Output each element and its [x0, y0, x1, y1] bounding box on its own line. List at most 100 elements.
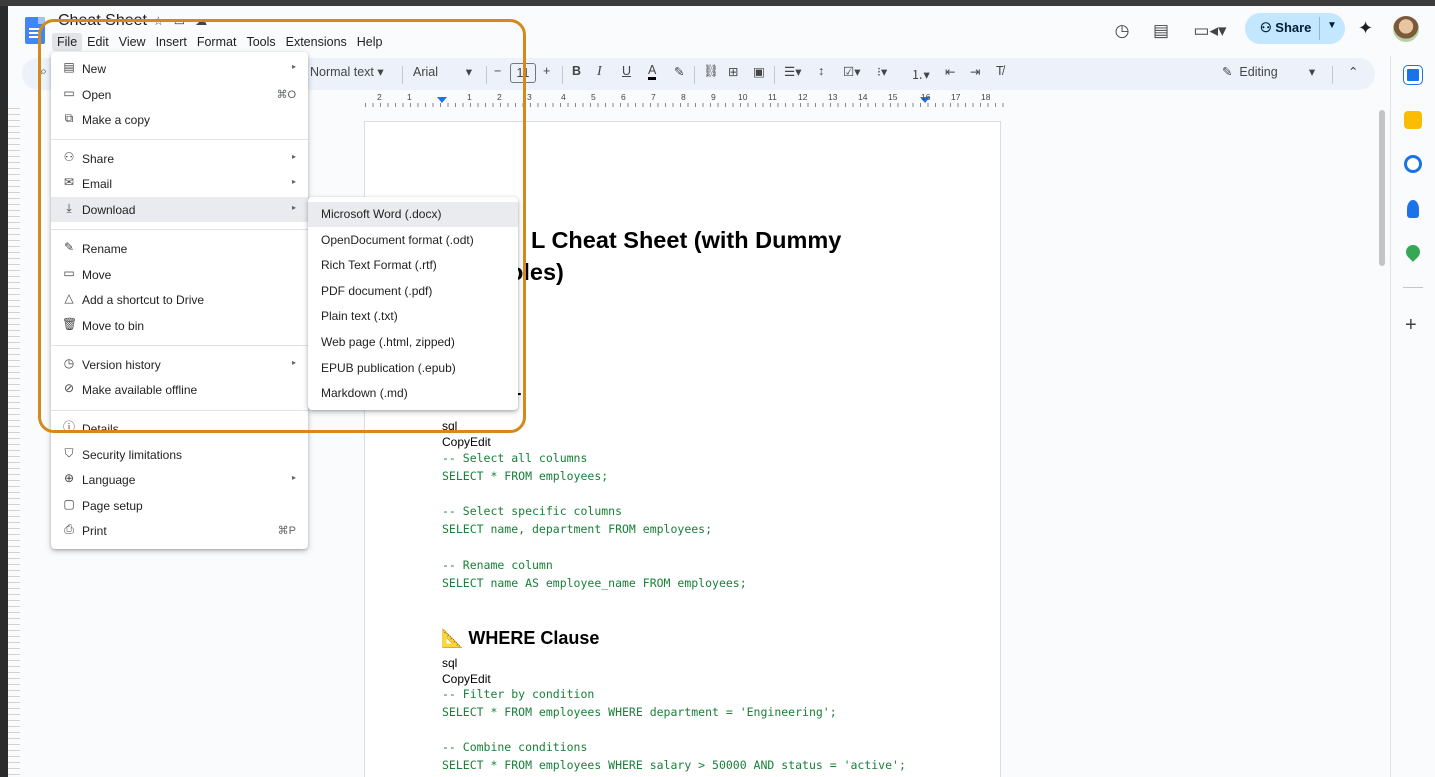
avatar[interactable]	[1393, 16, 1419, 42]
vertical-ruler	[8, 108, 20, 777]
left-indent-marker[interactable]	[437, 97, 447, 103]
menu-item-make-a-copy[interactable]: ⧉ Make a copy	[51, 107, 308, 132]
menu-item-new[interactable]: ▤ New ▸	[51, 56, 308, 81]
cloud-status-icon[interactable]: ☁	[195, 14, 217, 28]
style-select[interactable]: Normal text ▾	[310, 64, 384, 79]
font-size-input[interactable]: 11	[510, 63, 536, 83]
menu-item-share[interactable]: ⚇ Share ▸	[51, 146, 308, 171]
menu-item-security-limitations[interactable]: ⛉ Security limitations	[51, 442, 308, 467]
code-block[interactable]: -- Select all columns SELECT * FROM empl…	[442, 450, 747, 592]
gemini-sparkle-icon[interactable]: ✦	[1358, 18, 1373, 39]
menu-tools[interactable]: Tools	[241, 33, 280, 51]
collapse-menus-icon[interactable]: ⌃	[1348, 64, 1358, 79]
download-epub[interactable]: EPUB publication (.epub)	[308, 356, 518, 381]
increase-indent-icon[interactable]: ⇥	[970, 64, 980, 79]
app-header: Cheat Sheet ☆▭☁ File Edit View Insert Fo…	[8, 6, 1435, 56]
menu-item-version-history[interactable]: ◷ Version history ▸	[51, 352, 308, 377]
toolbar-divider	[694, 66, 695, 84]
add-comment-icon[interactable]: ⊞	[728, 64, 738, 79]
maps-icon[interactable]	[1403, 242, 1423, 262]
tasks-icon[interactable]	[1404, 155, 1422, 173]
submenu-item-label: Microsoft Word (.docx)	[321, 207, 442, 221]
share-dropdown-icon[interactable]: ▼	[1327, 20, 1337, 31]
menu-item-print[interactable]: ⎙ Print ⌘P	[51, 518, 308, 543]
download-txt[interactable]: Plain text (.txt)	[308, 304, 518, 329]
shortcut-label: ⌘O	[276, 89, 296, 101]
code-block[interactable]: -- Filter by condition SELECT * FROM emp…	[442, 686, 906, 775]
contacts-icon[interactable]	[1407, 200, 1419, 218]
menu-item-label: Rename	[82, 242, 128, 256]
editing-mode-select[interactable]: ✎ Editing ▾	[1222, 64, 1315, 79]
horizontal-ruler[interactable]: 2 1 1 2 3 4 5 6 7 8 9 10 11 12 13 14 15 …	[365, 92, 1005, 108]
menu-insert[interactable]: Insert	[151, 33, 192, 51]
globe-icon: ⊕	[63, 471, 75, 485]
menu-edit[interactable]: Edit	[82, 33, 114, 51]
keep-icon[interactable]	[1404, 111, 1422, 129]
line-spacing-icon[interactable]: ↕	[818, 64, 824, 78]
bulleted-list-icon[interactable]: ⁝▾	[877, 64, 887, 79]
document-title[interactable]: Cheat Sheet	[58, 14, 147, 28]
download-pdf[interactable]: PDF document (.pdf)	[308, 279, 518, 304]
menu-item-page-setup[interactable]: ▢ Page setup	[51, 493, 308, 518]
download-md[interactable]: Markdown (.md)	[308, 381, 518, 406]
meet-icon[interactable]: ▭◂▾	[1192, 20, 1228, 42]
download-odt[interactable]: OpenDocument format (.odt)	[308, 228, 518, 253]
get-addons-icon[interactable]: +	[1405, 314, 1417, 337]
underline-button[interactable]: U	[622, 64, 631, 78]
numbered-list-icon[interactable]: ⒈▾	[911, 64, 930, 83]
menu-item-email[interactable]: ✉ Email ▸	[51, 171, 308, 196]
decrease-font-size-button[interactable]: −	[494, 64, 501, 78]
submenu-item-label: Plain text (.txt)	[321, 309, 398, 323]
checklist-icon[interactable]: ☑▾	[843, 64, 860, 79]
menu-item-open[interactable]: ▭ Open ⌘O	[51, 82, 308, 107]
menu-divider	[51, 345, 308, 346]
copy-edit-label: CopyEdit	[442, 672, 491, 686]
ruler-number: 10	[738, 92, 748, 102]
share-button[interactable]: ⚇ Share ▼	[1245, 13, 1345, 44]
search-menus-icon[interactable]: ⌕	[40, 64, 47, 79]
side-panel: +	[1390, 56, 1435, 777]
menu-item-move[interactable]: ▭ Move	[51, 262, 308, 287]
calendar-icon[interactable]	[1403, 65, 1423, 85]
docs-logo-icon[interactable]	[25, 17, 45, 44]
star-icon[interactable]: ☆	[153, 14, 174, 28]
menu-item-details[interactable]: ⓘ Details	[51, 416, 308, 441]
file-menu: ▤ New ▸ ▭ Open ⌘O ⧉ Make a copy ⚇ Share …	[51, 52, 308, 549]
menu-item-download[interactable]: ⤓ Download ▸	[51, 197, 308, 222]
menu-item-add-shortcut[interactable]: △ Add a shortcut to Drive	[51, 287, 308, 312]
menu-item-available-offline[interactable]: ⊘ Make available offline	[51, 377, 308, 402]
version-history-icon[interactable]: ◷	[1111, 20, 1133, 42]
italic-button[interactable]: I	[597, 64, 602, 80]
insert-link-icon[interactable]: ⛓	[703, 64, 719, 79]
menu-divider	[51, 229, 308, 230]
align-icon[interactable]: ☰▾	[784, 64, 801, 79]
vertical-scrollbar[interactable]	[1379, 110, 1385, 266]
download-html[interactable]: Web page (.html, zipped)	[308, 330, 518, 355]
menu-item-language[interactable]: ⊕ Language ▸	[51, 467, 308, 492]
menu-format[interactable]: Format	[192, 33, 242, 51]
text-color-button[interactable]: A	[648, 64, 657, 80]
highlight-color-icon[interactable]: ✎	[674, 64, 684, 79]
where-heading[interactable]: 📐 WHERE Clause	[441, 628, 599, 649]
menu-help[interactable]: Help	[352, 33, 388, 51]
insert-image-icon[interactable]: ▣	[753, 64, 765, 79]
menu-item-label: Share	[82, 152, 115, 166]
pencil-icon: ✎	[63, 240, 75, 254]
menu-view[interactable]: View	[114, 33, 151, 51]
submenu-item-label: Web page (.html, zipped)	[321, 335, 455, 349]
menu-item-label: Download	[82, 203, 136, 217]
menu-item-move-to-bin[interactable]: 🗑 Move to bin	[51, 313, 308, 338]
bold-button[interactable]: B	[572, 64, 581, 78]
font-select[interactable]: Arial ▾	[413, 64, 472, 79]
download-rtf[interactable]: Rich Text Format (.rtf)	[308, 253, 518, 278]
move-icon[interactable]: ▭	[174, 14, 195, 28]
menu-file[interactable]: File	[52, 33, 83, 51]
download-docx[interactable]: Microsoft Word (.docx)	[308, 202, 518, 227]
ruler-number: 9	[711, 92, 716, 102]
decrease-indent-icon[interactable]: ⇤	[945, 64, 955, 79]
increase-font-size-button[interactable]: +	[543, 64, 550, 78]
menu-extensions[interactable]: Extensions	[281, 33, 352, 51]
clear-formatting-icon[interactable]: T̸	[996, 64, 1004, 78]
menu-item-rename[interactable]: ✎ Rename	[51, 236, 308, 261]
comments-icon[interactable]: ▤	[1150, 20, 1172, 42]
